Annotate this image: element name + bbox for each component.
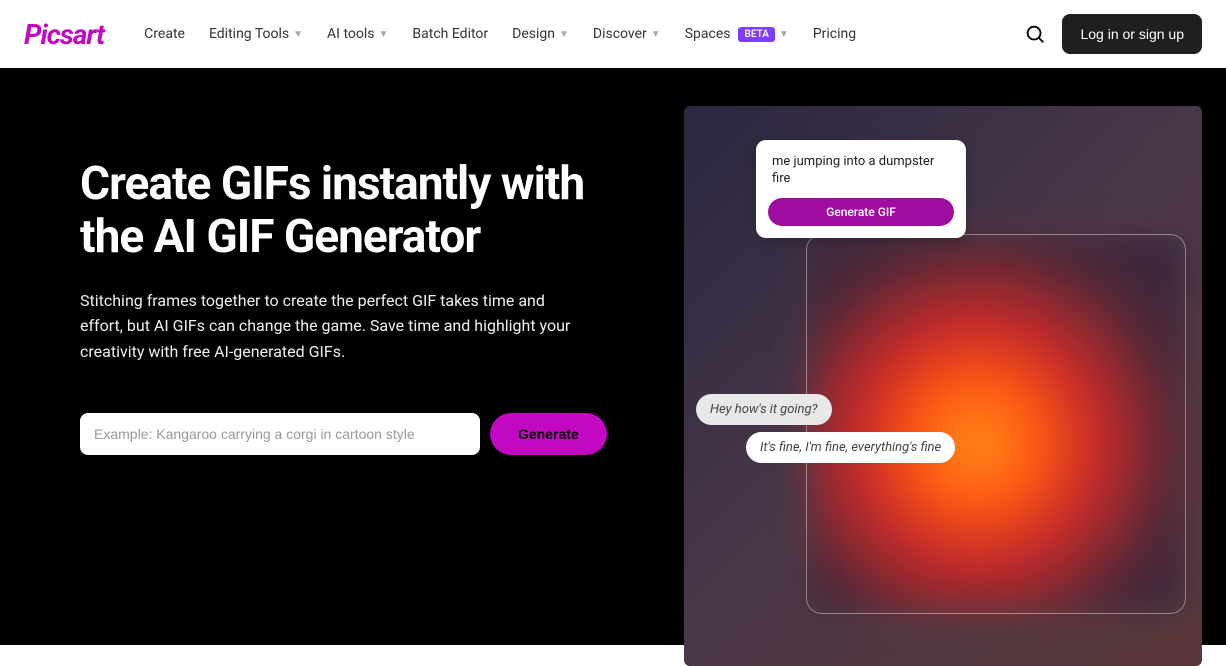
chat-text: It's fine, I'm fine, everything's fine <box>746 432 955 463</box>
chat-bubble-outgoing: It's fine, I'm fine, everything's fine <box>746 432 955 463</box>
nav-label: Design <box>512 26 555 42</box>
chat-bubble-incoming: Hey how's it going? <box>696 394 832 425</box>
beta-badge: BETA <box>738 27 774 42</box>
example-prompt-card: me jumping into a dumpster fire Generate… <box>756 140 966 238</box>
nav-item-discover[interactable]: Discover ▼ <box>593 26 661 42</box>
nav-label: AI tools <box>327 26 374 42</box>
nav-label: Editing Tools <box>209 26 289 42</box>
search-icon[interactable] <box>1024 23 1046 45</box>
hero-description: Stitching frames together to create the … <box>80 288 590 365</box>
nav-label: Pricing <box>813 26 856 42</box>
hero-title: Create GIFs instantly with the AI GIF Ge… <box>80 158 620 264</box>
chevron-down-icon: ▼ <box>559 29 569 40</box>
gif-preview-image <box>806 234 1186 614</box>
nav-label: Discover <box>593 26 647 42</box>
hero-content: Create GIFs instantly with the AI GIF Ge… <box>80 68 620 645</box>
example-prompt-text: me jumping into a dumpster fire <box>768 152 954 198</box>
hero-illustration: me jumping into a dumpster fire Generate… <box>684 106 1202 666</box>
hero-section: Create GIFs instantly with the AI GIF Ge… <box>0 68 1226 645</box>
chevron-down-icon: ▼ <box>651 29 661 40</box>
example-generate-button: Generate GIF <box>768 198 954 226</box>
main-nav: Create Editing Tools ▼ AI tools ▼ Batch … <box>144 26 1024 42</box>
chevron-down-icon: ▼ <box>293 29 303 40</box>
nav-item-ai-tools[interactable]: AI tools ▼ <box>327 26 388 42</box>
nav-item-batch-editor[interactable]: Batch Editor <box>412 26 488 42</box>
header-actions: Log in or sign up <box>1024 14 1202 54</box>
nav-item-create[interactable]: Create <box>144 26 185 42</box>
main-header: Picsart Create Editing Tools ▼ AI tools … <box>0 0 1226 68</box>
nav-item-editing-tools[interactable]: Editing Tools ▼ <box>209 26 303 42</box>
chat-text: Hey how's it going? <box>696 394 832 425</box>
nav-item-pricing[interactable]: Pricing <box>813 26 856 42</box>
nav-item-design[interactable]: Design ▼ <box>512 26 569 42</box>
login-signup-button[interactable]: Log in or sign up <box>1062 14 1202 54</box>
brand-logo[interactable]: Picsart <box>24 18 104 51</box>
nav-label: Create <box>144 26 185 42</box>
nav-item-spaces[interactable]: Spaces BETA ▼ <box>685 26 789 42</box>
nav-label: Spaces <box>685 26 731 42</box>
chevron-down-icon: ▼ <box>379 29 389 40</box>
generate-button[interactable]: Generate <box>490 413 607 455</box>
prompt-input[interactable] <box>80 413 480 455</box>
chevron-down-icon: ▼ <box>779 29 789 40</box>
prompt-row: Generate <box>80 413 620 455</box>
nav-label: Batch Editor <box>412 26 488 42</box>
